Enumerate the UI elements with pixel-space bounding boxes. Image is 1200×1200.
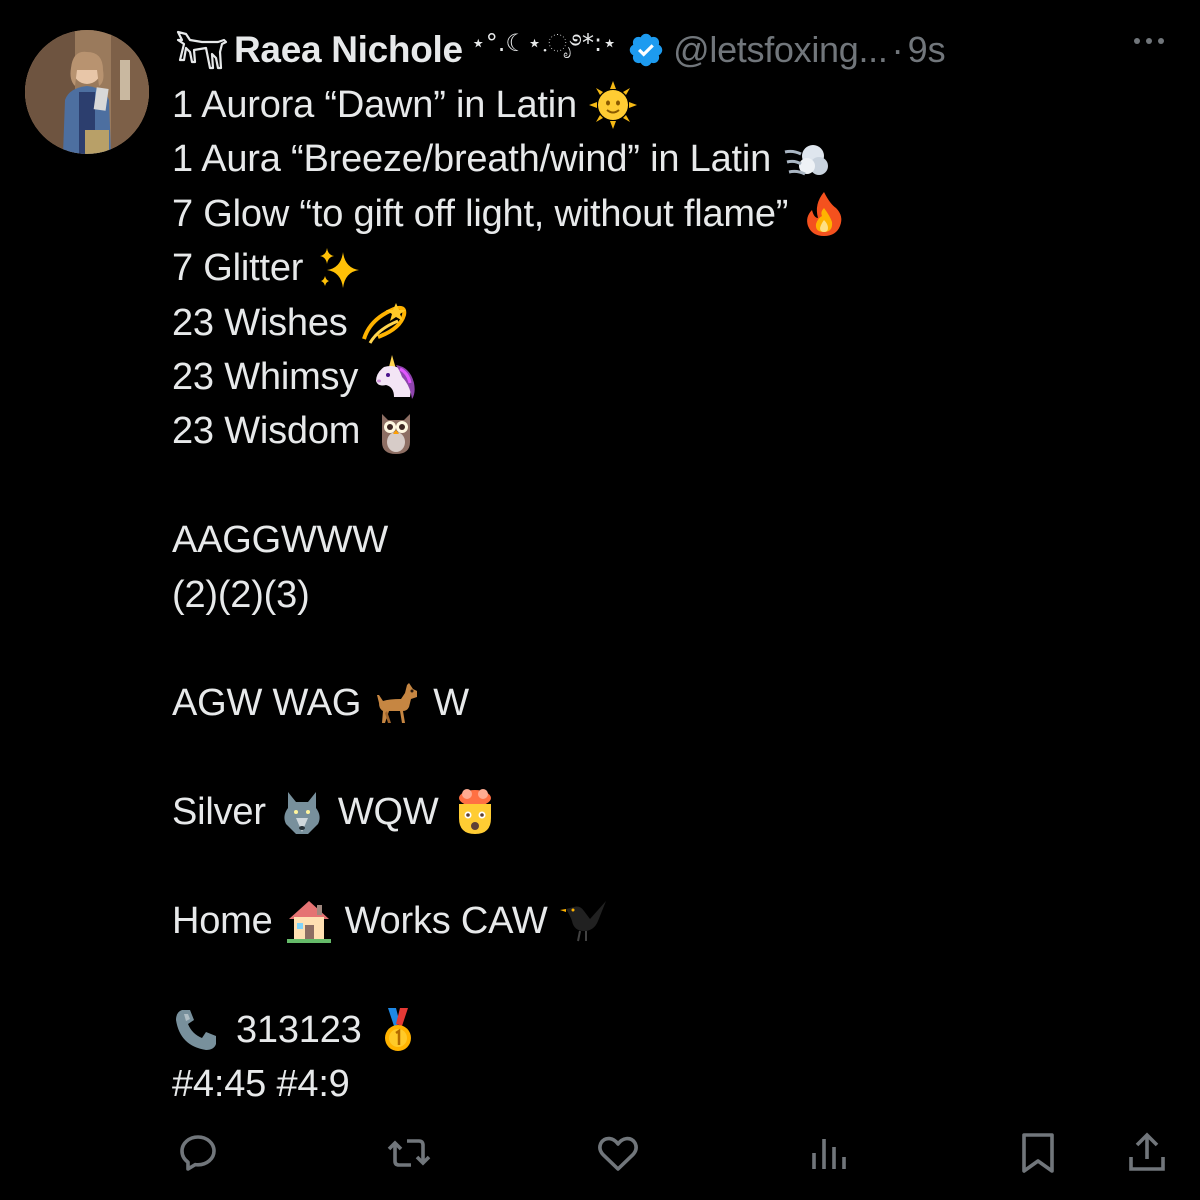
line-text: 7 Glow “to gift off light, without flame… (172, 192, 789, 235)
line-text: Silver (172, 791, 266, 834)
verified-badge-icon[interactable] (627, 31, 665, 69)
reply-icon (174, 1129, 222, 1177)
tweet-line: 313123 (172, 1003, 1172, 1057)
views-button[interactable] (803, 1128, 853, 1178)
timestamp[interactable]: 9s (908, 29, 946, 71)
dash-wind-icon (783, 136, 831, 184)
handle[interactable]: @letsfoxing... (673, 29, 888, 71)
retweet-icon (385, 1129, 433, 1177)
more-options-icon[interactable] (1134, 38, 1164, 44)
retweet-button[interactable] (384, 1128, 434, 1178)
line-text-after: W (433, 682, 469, 725)
line-text-after: Works CAW (344, 899, 548, 942)
owl-icon (372, 408, 420, 456)
tweet-line: 23 Wisdom (172, 404, 1172, 458)
wolf-icon (278, 788, 326, 836)
tweet-header: Raea Nichole ⋆°.☾⋆.ೃ࿔*:⋆ @letsfoxing... … (172, 22, 1182, 78)
line-text: 23 Wisdom (172, 410, 361, 453)
bookmark-icon (1014, 1129, 1062, 1177)
action-bar (0, 1120, 1200, 1184)
tweet-line: 7 Glow “to gift off light, without flame… (172, 187, 1172, 241)
fire-icon (800, 190, 848, 238)
line-text: AAGGWWW (172, 519, 389, 562)
reply-button[interactable] (173, 1128, 223, 1178)
tweet-line: 23 Wishes (172, 296, 1172, 350)
tweet-line: 1 Aurora “Dawn” in Latin (172, 78, 1172, 132)
like-button[interactable] (593, 1128, 643, 1178)
bookmark-button[interactable] (1013, 1128, 1063, 1178)
blackbird-icon (559, 897, 608, 945)
separator: · (891, 29, 904, 70)
fox-icon (172, 28, 228, 72)
tweet-line: AAGGWWW (172, 513, 1172, 567)
tweet: Raea Nichole ⋆°.☾⋆.ೃ࿔*:⋆ @letsfoxing... … (0, 0, 1200, 1200)
views-icon (804, 1129, 852, 1177)
line-text-after: WQW (337, 791, 439, 834)
display-name[interactable]: Raea Nichole (234, 29, 463, 71)
avatar[interactable] (25, 30, 149, 154)
share-button[interactable] (1122, 1128, 1172, 1178)
tweet-line: 23 Whimsy (172, 350, 1172, 404)
tweet-line: 7 Glitter (172, 241, 1172, 295)
unicorn-icon (370, 353, 418, 401)
sparkles-icon (315, 244, 363, 292)
line-text: 23 Wishes (172, 301, 348, 344)
line-text: (2)(2)(3) (172, 573, 310, 616)
tweet-line: AGW WAG W (172, 676, 1172, 730)
tweet-text: 1 Aurora “Dawn” in Latin 1 Aura “Breeze/… (172, 78, 1172, 1111)
dizzy-star-icon (360, 299, 408, 347)
line-text: 23 Whimsy (172, 355, 359, 398)
line-text: 7 Glitter (172, 247, 304, 290)
line-text: AGW WAG (172, 682, 362, 725)
line-text: Home (172, 899, 273, 942)
exploding-head-icon (451, 788, 499, 836)
tweet-line: (2)(2)(3) (172, 568, 1172, 622)
line-text: 313123 (236, 1008, 362, 1051)
like-icon (594, 1129, 642, 1177)
name-decoration: ⋆°.☾⋆.ೃ࿔*:⋆ (470, 28, 618, 57)
line-text: #4:45 #4:9 (172, 1063, 350, 1106)
house-icon (285, 897, 333, 945)
tweet-line: #4:45 #4:9 (172, 1057, 1172, 1111)
line-text: 1 Aurora “Dawn” in Latin (172, 84, 577, 126)
telephone-icon (172, 1006, 220, 1054)
medal-icon (374, 1006, 422, 1054)
line-text: 1 Aura “Breeze/breath/wind” in Latin (172, 138, 772, 181)
tweet-line: 1 Aura “Breeze/breath/wind” in Latin (172, 132, 1172, 186)
sun-with-face-icon (588, 81, 637, 130)
dog-icon (373, 679, 421, 727)
tweet-line: Silver WQW (172, 785, 1172, 839)
share-icon (1123, 1129, 1171, 1177)
tweet-line: Home Works CAW (172, 894, 1172, 948)
